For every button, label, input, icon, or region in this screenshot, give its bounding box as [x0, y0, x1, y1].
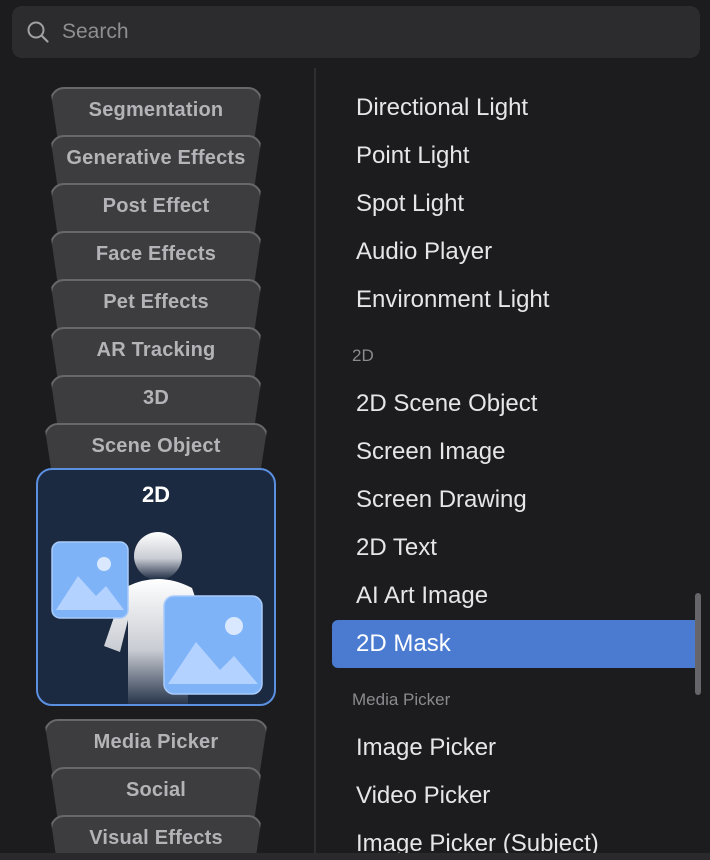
list-item-label: AI Art Image: [356, 582, 489, 609]
list-item-label: 2D Mask: [356, 630, 451, 657]
list-item-label: Screen Drawing: [356, 486, 527, 513]
list-item-label: Spot Light: [356, 190, 465, 217]
list-item-label: Audio Player: [356, 238, 493, 265]
category-card-title: 2D: [141, 482, 171, 507]
list-item-screen-drawing[interactable]: Screen Drawing: [356, 476, 527, 524]
list-item-label: Video Picker: [356, 782, 491, 809]
list-item-audio-player[interactable]: Audio Player: [356, 228, 492, 276]
section-header-2d: 2D: [352, 346, 374, 365]
list-item-2d-text[interactable]: 2D Text: [356, 524, 437, 572]
list-item-label: Environment Light: [356, 286, 550, 313]
list-scrollbar[interactable]: [695, 593, 701, 695]
list-item-environment-light[interactable]: Environment Light: [356, 276, 549, 324]
list-item-label: Screen Image: [356, 438, 506, 465]
list-item-ai-art-image[interactable]: AI Art Image: [356, 572, 488, 620]
list-item-label: Directional Light: [356, 94, 529, 121]
list-item-point-light[interactable]: Point Light: [356, 132, 469, 180]
bottom-edge: [0, 853, 710, 860]
object-list: Directional Light Point Light Spot Light…: [316, 68, 710, 860]
list-item-label: 2D Scene Object: [356, 390, 538, 417]
category-card-2d[interactable]: 2D: [36, 468, 276, 706]
list-item-image-picker[interactable]: Image Picker: [356, 724, 496, 772]
list-item-spot-light[interactable]: Spot Light: [356, 180, 464, 228]
list-item-2d-scene-object[interactable]: 2D Scene Object: [356, 380, 537, 428]
list-item-2d-mask-selected[interactable]: 2D Mask: [332, 620, 700, 668]
list-item-screen-image[interactable]: Screen Image: [356, 428, 505, 476]
list-item-label: Image Picker: [356, 734, 497, 761]
list-item-directional-light[interactable]: Directional Light: [356, 84, 528, 132]
list-item-label: 2D Text: [356, 534, 437, 561]
section-header-media-picker: Media Picker: [352, 690, 451, 709]
category-tabs: Segmentation Generative Effects Post Eff…: [0, 0, 314, 860]
list-item-label: Point Light: [356, 142, 470, 169]
list-item-video-picker[interactable]: Video Picker: [356, 772, 490, 820]
